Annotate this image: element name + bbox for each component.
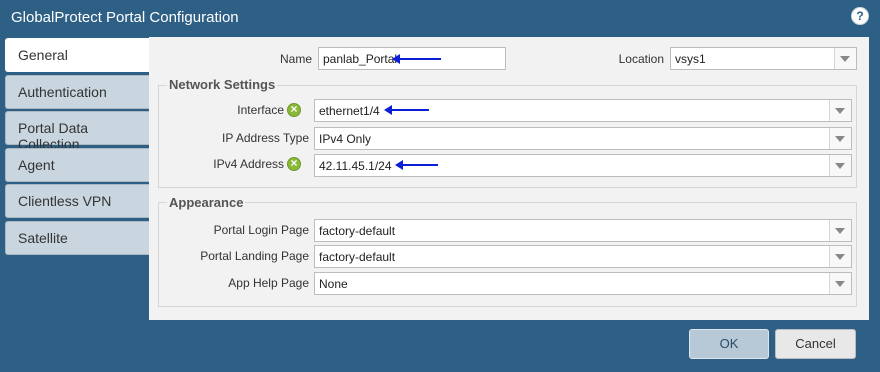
chevron-down-icon[interactable] — [829, 246, 851, 267]
title-bar: GlobalProtect Portal Configuration ? — [0, 0, 880, 36]
window-title: GlobalProtect Portal Configuration — [11, 9, 239, 26]
ok-button[interactable]: OK — [689, 329, 769, 359]
tab-clientless-vpn[interactable]: Clientless VPN — [5, 184, 150, 218]
name-label: Name — [279, 52, 312, 66]
name-value: panlab_Portal — [323, 52, 398, 66]
ipv4-value: 42.11.45.1/24 — [319, 159, 392, 173]
chevron-down-icon[interactable] — [829, 155, 851, 176]
chevron-down-icon[interactable] — [829, 128, 851, 149]
app-help-select[interactable]: None — [314, 272, 852, 295]
tab-label: General — [18, 47, 68, 63]
chevron-down-icon[interactable] — [829, 100, 851, 121]
tab-label: Satellite — [18, 229, 68, 246]
cancel-button[interactable]: Cancel — [775, 329, 856, 359]
portal-login-select[interactable]: factory-default — [314, 219, 852, 242]
tab-agent[interactable]: Agent — [5, 147, 150, 182]
tab-general[interactable]: General — [5, 38, 150, 72]
status-ok-icon — [287, 156, 301, 171]
network-settings-legend: Network Settings — [167, 77, 278, 92]
tab-portal-data-collection[interactable]: Portal Data Collection — [5, 111, 150, 152]
app-help-label: App Help Page — [228, 276, 309, 290]
help-glyph: ? — [856, 9, 864, 23]
ipv4-label: IPv4 Address — [213, 157, 284, 171]
interface-value: ethernet1/4 — [319, 104, 380, 118]
annotation-arrow — [384, 105, 429, 115]
portal-landing-select[interactable]: factory-default — [314, 245, 852, 268]
location-select[interactable]: vsys1 — [670, 47, 857, 70]
status-ok-icon — [287, 102, 301, 117]
portal-landing-value: factory-default — [319, 250, 396, 264]
chevron-down-icon[interactable] — [829, 273, 851, 294]
tab-list: General Authentication Portal Data Colle… — [5, 38, 150, 257]
portal-login-value: factory-default — [319, 224, 396, 238]
tab-label: Agent — [18, 156, 55, 173]
tab-satellite[interactable]: Satellite — [5, 220, 150, 255]
annotation-arrow — [392, 54, 441, 64]
tab-label: Authentication — [18, 83, 107, 100]
location-label: Location — [618, 52, 664, 66]
location-value: vsys1 — [675, 52, 706, 66]
config-panel: Name panlab_Portal Location vsys1 Networ… — [149, 37, 869, 320]
annotation-arrow — [395, 160, 438, 170]
appearance-legend: Appearance — [167, 195, 246, 210]
help-icon[interactable]: ? — [851, 7, 869, 25]
chevron-down-icon[interactable] — [829, 220, 851, 241]
tab-label: Clientless VPN — [18, 193, 112, 209]
interface-label: Interface — [237, 103, 284, 117]
portal-login-label: Portal Login Page — [213, 223, 309, 237]
ip-type-value: IPv4 Only — [319, 132, 372, 146]
chevron-down-icon[interactable] — [834, 48, 856, 69]
ip-type-label: IP Address Type — [222, 131, 309, 145]
tab-authentication[interactable]: Authentication — [5, 74, 150, 109]
portal-landing-label: Portal Landing Page — [200, 249, 309, 263]
ip-type-select[interactable]: IPv4 Only — [314, 127, 852, 150]
app-help-value: None — [319, 277, 348, 291]
